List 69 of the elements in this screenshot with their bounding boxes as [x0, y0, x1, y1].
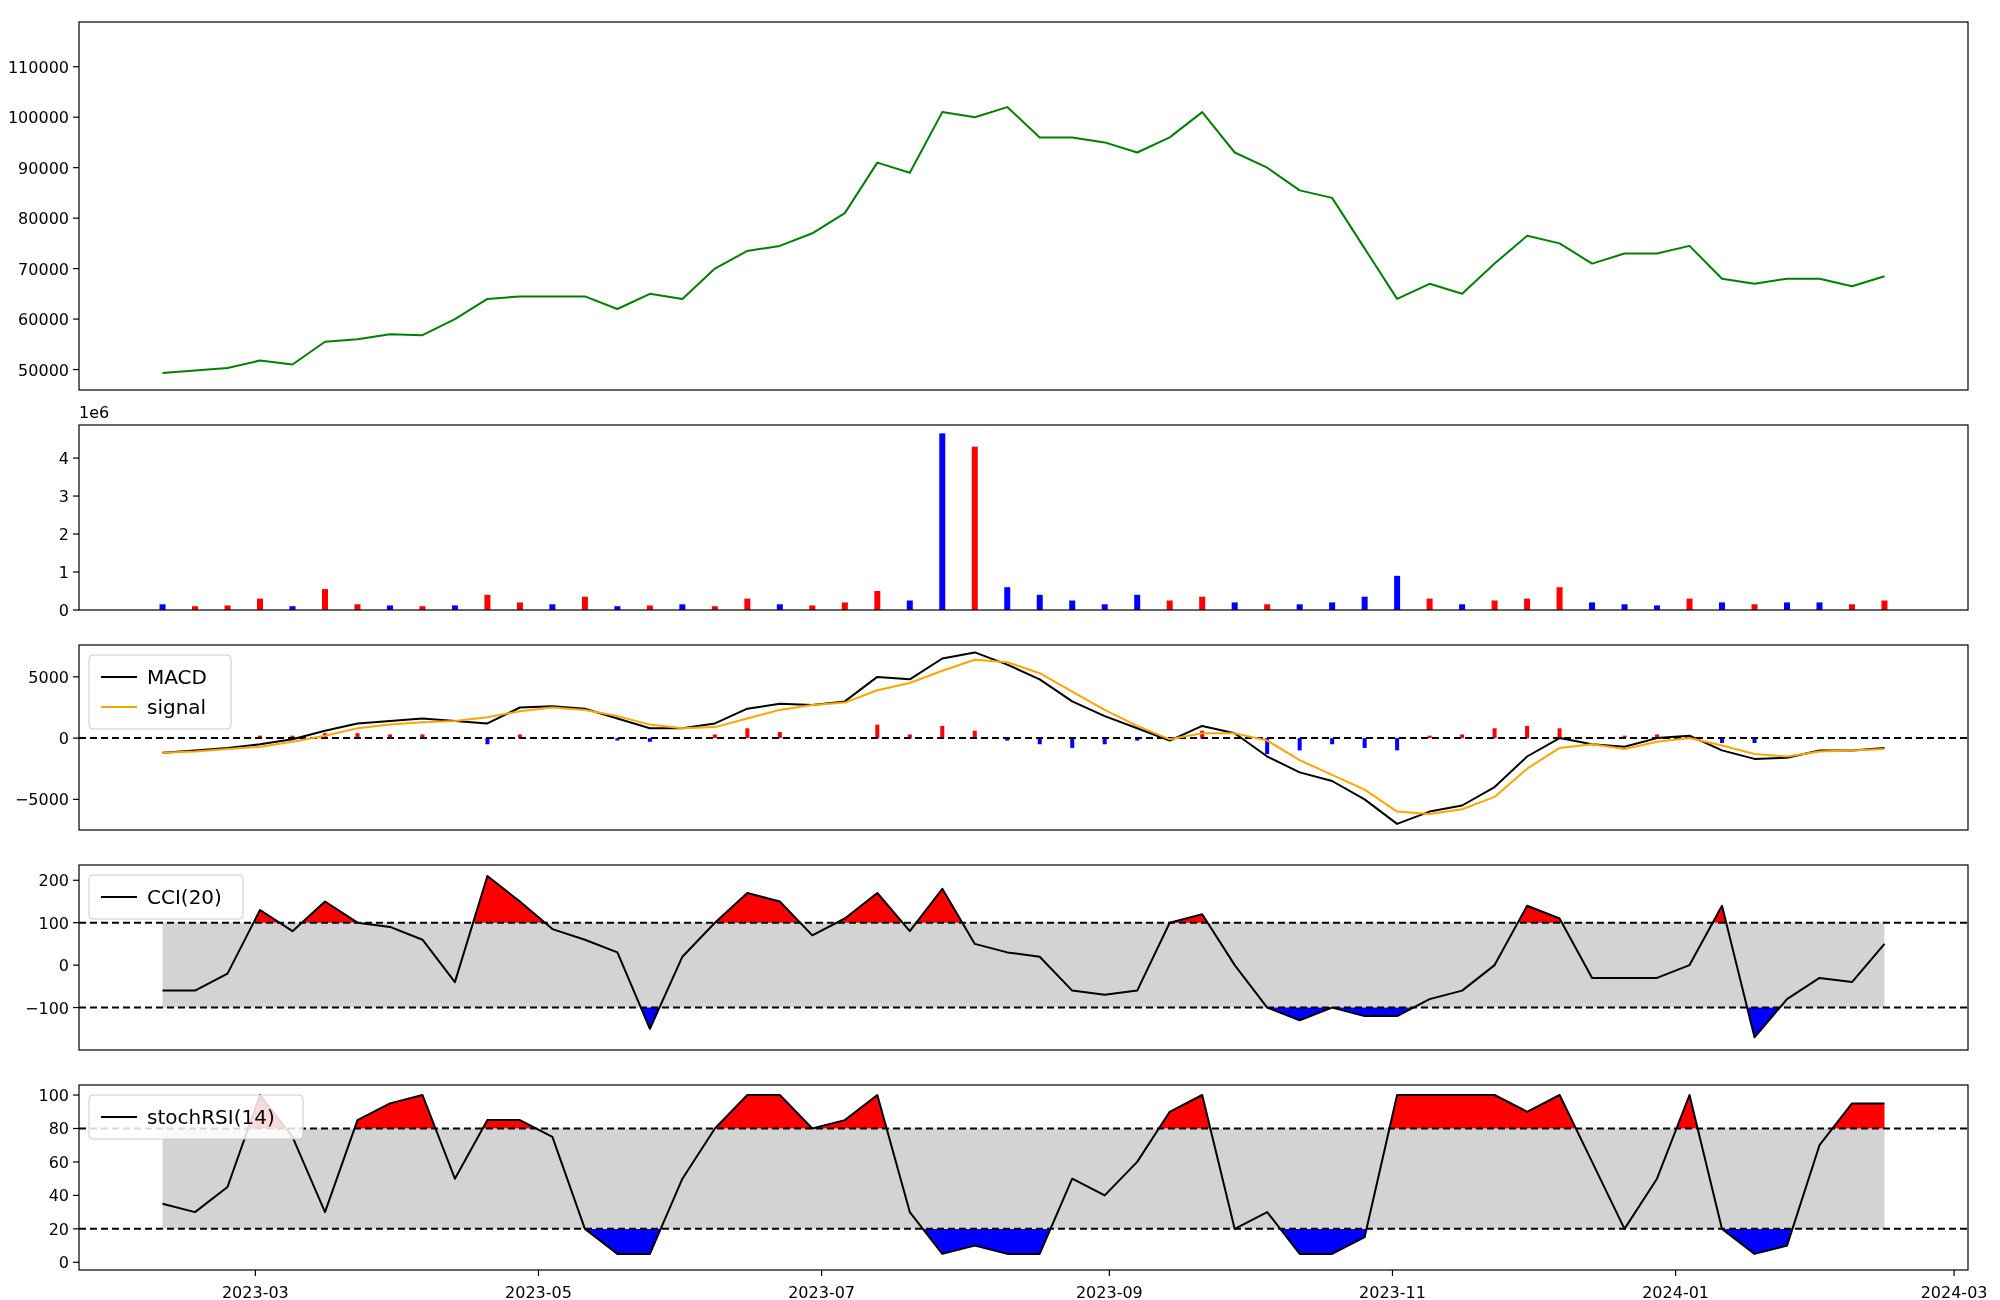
x-tick-label: 2024-03 [1920, 1283, 1988, 1300]
tick-mark [72, 1094, 80, 1096]
y-tick-label: 110000 [7, 57, 69, 77]
tick-mark [72, 217, 80, 219]
tick-mark [72, 1194, 80, 1196]
tick-mark [72, 1228, 80, 1230]
tick-mark [72, 533, 80, 535]
y-tick-label: 0 [58, 729, 69, 749]
y-tick-label: 100 [38, 913, 69, 933]
y-tick-label: −100 [25, 998, 69, 1018]
y-tick-label: 3 [58, 487, 69, 507]
y-tick-label: 5000 [28, 667, 69, 687]
tick-mark [72, 495, 80, 497]
tick-mark [72, 457, 80, 459]
tick-mark [72, 66, 80, 68]
y-tick-label: 100000 [7, 108, 69, 128]
legend-label: CCI(20) [147, 885, 222, 909]
tick-mark [72, 318, 80, 320]
x-tick-label: 2024-01 [1642, 1283, 1710, 1300]
tick-mark [72, 167, 80, 169]
tick-mark [72, 964, 80, 966]
y-tick-label: 60 [48, 1152, 69, 1172]
x-tick-label: 2023-09 [1075, 1283, 1143, 1300]
legend-label: stochRSI(14) [147, 1105, 275, 1129]
y-tick-label: 0 [58, 956, 69, 976]
tick-mark [72, 1006, 80, 1009]
x-tick-label: 2023-11 [1359, 1283, 1426, 1300]
y-tick-label: 2 [58, 525, 69, 544]
x-tick-label: 2023-05 [505, 1283, 572, 1300]
tick-mark [72, 116, 80, 118]
tick-mark [1391, 1269, 1394, 1277]
tick-mark [821, 1269, 823, 1277]
tick-mark [72, 676, 80, 678]
y-tick-label: 0 [58, 601, 69, 618]
tick-mark [72, 737, 80, 739]
x-tick-label: 2023-07 [788, 1283, 856, 1300]
tick-mark [72, 368, 80, 371]
tick-mark [72, 1261, 80, 1263]
tick-mark [72, 571, 80, 573]
y-tick-label: 0 [58, 1253, 69, 1273]
tick-mark [72, 1127, 80, 1130]
tick-mark [72, 268, 80, 270]
y-tick-label: 80000 [18, 209, 69, 229]
tick-mark [72, 879, 80, 881]
y-tick-label: −5000 [14, 790, 69, 810]
y-tick-label: 4 [58, 449, 69, 469]
tick-mark [72, 1161, 80, 1163]
legend-label: signal [147, 695, 207, 719]
tick-mark [72, 609, 80, 611]
y-tick-label: 70000 [18, 259, 69, 279]
axis-offset-label: 1e6 [79, 403, 110, 422]
y-tick-label: 20 [48, 1219, 69, 1239]
y-tick-label: 200 [38, 871, 69, 891]
y-tick-label: 1 [58, 563, 69, 582]
tick-mark [1953, 1269, 1955, 1277]
x-tick-label: 2023-03 [221, 1283, 289, 1300]
tick-mark [72, 922, 80, 924]
tick-mark [254, 1269, 256, 1277]
tick-mark [1675, 1269, 1677, 1277]
y-tick-label: 60000 [18, 310, 69, 330]
y-tick-label: 80 [48, 1119, 69, 1139]
legend-label: MACD [147, 665, 207, 689]
y-tick-label: 50000 [18, 360, 69, 380]
y-tick-label: 90000 [18, 158, 69, 178]
tick-mark [537, 1269, 540, 1277]
y-tick-label: 40 [48, 1186, 69, 1206]
tick-mark [72, 798, 80, 800]
y-tick-label: 100 [38, 1086, 69, 1106]
tick-mark [1108, 1269, 1110, 1277]
